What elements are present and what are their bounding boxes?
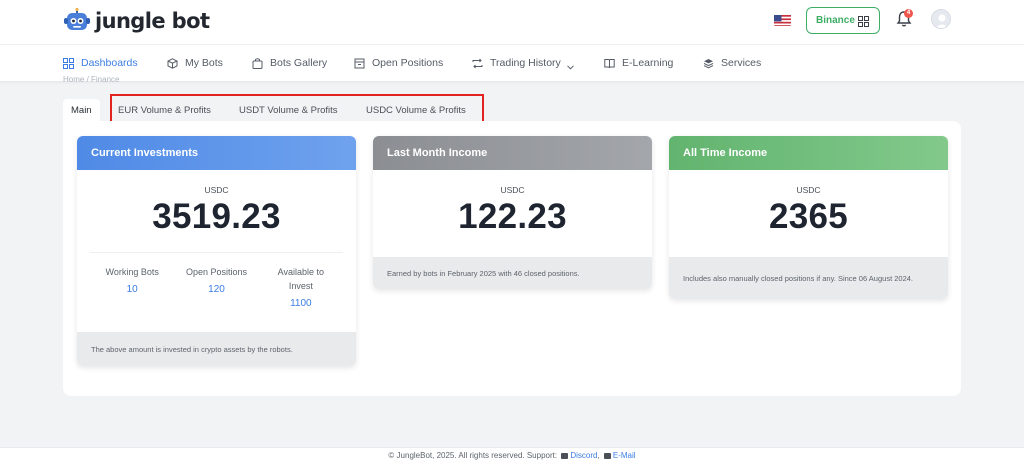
stat-working-bots: Working Bots 10 bbox=[90, 265, 174, 309]
amount-value: 3519.23 bbox=[152, 197, 281, 236]
nav-open-positions[interactable]: Open Positions bbox=[354, 57, 443, 69]
nav-label: My Bots bbox=[185, 57, 223, 69]
stat-value[interactable]: 10 bbox=[90, 284, 174, 295]
nav-label: Trading History bbox=[490, 57, 561, 69]
amount-value: 2365 bbox=[768, 197, 849, 236]
archive-icon bbox=[354, 58, 365, 69]
footnote-text: The above amount is invested in crypto a… bbox=[91, 344, 293, 354]
dashboard-icon bbox=[63, 57, 74, 69]
bag-icon bbox=[252, 57, 263, 69]
card-header: Last Month Income bbox=[373, 136, 652, 170]
last-month-income-card: Last Month Income USDC 122.23 Earned by … bbox=[373, 136, 652, 289]
notification-badge: 4 bbox=[904, 9, 913, 18]
robot-logo-icon bbox=[63, 7, 91, 34]
stat-label: Available to Invest bbox=[277, 267, 324, 291]
email-link[interactable]: E-Mail bbox=[613, 451, 636, 460]
user-avatar[interactable] bbox=[931, 9, 951, 29]
nav-label: Bots Gallery bbox=[270, 57, 328, 69]
main-navigation: Dashboards My Bots Bots Gallery Open Pos… bbox=[0, 45, 1024, 82]
brand-logo[interactable]: jungle bot bbox=[63, 7, 210, 34]
nav-label: E-Learning bbox=[622, 57, 674, 69]
stat-open-positions: Open Positions 120 bbox=[174, 265, 258, 309]
page-footer: © JungleBot, 2025. All rights reserved. … bbox=[0, 447, 1024, 462]
brand-name: jungle bot bbox=[95, 9, 210, 33]
nav-label: Open Positions bbox=[372, 57, 444, 69]
stat-value[interactable]: 120 bbox=[174, 284, 258, 295]
highlight-annotation bbox=[110, 94, 484, 123]
card-footnote: The above amount is invested in crypto a… bbox=[77, 332, 356, 366]
all-time-income-card: All Time Income USDC 2365 Includes also … bbox=[669, 136, 948, 299]
currency-label: USDC bbox=[796, 185, 821, 195]
nav-label: Services bbox=[721, 57, 762, 69]
card-header: Current Investments bbox=[77, 136, 356, 170]
card-footnote: Includes also manually closed positions … bbox=[669, 257, 948, 299]
card-header: All Time Income bbox=[669, 136, 948, 170]
nav-label: Dashboards bbox=[81, 57, 138, 69]
card-title: Last Month Income bbox=[387, 147, 488, 159]
top-header: jungle bot Binance 4 bbox=[0, 0, 1024, 45]
card-body: USDC 3519.23 Working Bots 10 Open Positi… bbox=[77, 170, 356, 332]
footnote-text: Includes also manually closed positions … bbox=[683, 273, 914, 283]
nav-bots-gallery[interactable]: Bots Gallery bbox=[252, 57, 327, 69]
footnote-text: Earned by bots in February 2025 with 46 … bbox=[387, 268, 580, 278]
nav-services[interactable]: Services bbox=[703, 57, 761, 69]
exchange-label: Binance bbox=[816, 15, 855, 26]
nav-my-bots[interactable]: My Bots bbox=[167, 57, 223, 69]
breadcrumb: Home / Finance bbox=[63, 76, 120, 82]
stats-row: Working Bots 10 Open Positions 120 Avail… bbox=[90, 252, 343, 309]
card-body: USDC 122.23 bbox=[373, 170, 652, 257]
repeat-icon bbox=[472, 58, 483, 69]
stat-label: Working Bots bbox=[105, 267, 159, 277]
tab-main[interactable]: Main bbox=[63, 99, 100, 121]
copyright-text: © JungleBot, 2025. All rights reserved. … bbox=[388, 451, 558, 460]
card-body: USDC 2365 bbox=[669, 170, 948, 257]
email-icon bbox=[603, 452, 611, 459]
card-footnote: Earned by bots in February 2025 with 46 … bbox=[373, 257, 652, 289]
tab-label: Main bbox=[71, 104, 92, 116]
book-icon bbox=[604, 58, 615, 69]
nav-trading-history[interactable]: Trading History bbox=[472, 57, 574, 70]
exchange-selector-button[interactable]: Binance bbox=[806, 7, 880, 34]
layers-icon bbox=[703, 58, 714, 69]
cube-icon bbox=[167, 57, 178, 69]
nav-e-learning[interactable]: E-Learning bbox=[604, 57, 673, 69]
chevron-down-icon bbox=[566, 61, 574, 70]
stat-available-to-invest: Available to Invest 1100 bbox=[259, 265, 343, 309]
nav-dashboards[interactable]: Dashboards bbox=[63, 57, 138, 69]
card-title: Current Investments bbox=[91, 147, 198, 159]
discord-link[interactable]: Discord bbox=[570, 451, 597, 460]
grid-icon bbox=[858, 16, 869, 30]
currency-label: USDC bbox=[500, 185, 525, 195]
discord-icon bbox=[561, 452, 569, 459]
us-flag-icon[interactable] bbox=[774, 14, 791, 26]
amount-value: 122.23 bbox=[458, 197, 567, 236]
currency-label: USDC bbox=[204, 185, 229, 195]
current-investments-card: Current Investments USDC 3519.23 Working… bbox=[77, 136, 356, 366]
stat-label: Open Positions bbox=[185, 267, 248, 277]
card-title: All Time Income bbox=[683, 147, 768, 159]
stat-value[interactable]: 1100 bbox=[259, 298, 343, 309]
